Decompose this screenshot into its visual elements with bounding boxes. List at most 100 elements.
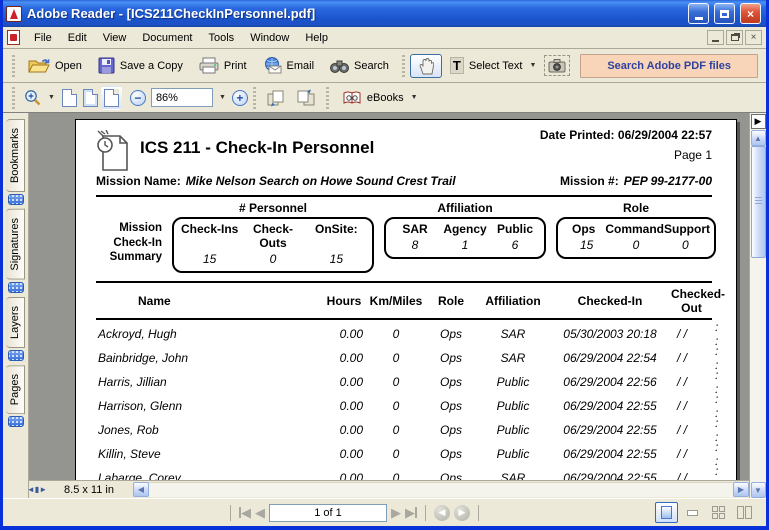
- document-scroll-area[interactable]: ICS 211 - Check-In Personnel Date Printe…: [29, 113, 749, 480]
- cell-role: Ops: [439, 375, 462, 389]
- email-button[interactable]: Email: [255, 54, 323, 77]
- zoom-in-button[interactable]: +: [231, 89, 248, 106]
- cell-checked-in: 06/29/2004 22:55: [563, 447, 657, 461]
- search-button[interactable]: Search: [322, 55, 397, 77]
- adobe-reader-window: Adobe Reader - [ICS211CheckInPersonnel.p…: [0, 0, 769, 530]
- select-text-button[interactable]: T Select Text ▼: [442, 54, 545, 77]
- menu-item[interactable]: File: [26, 29, 60, 47]
- document-close-button[interactable]: ×: [745, 30, 762, 45]
- previous-view-button[interactable]: [261, 86, 291, 110]
- cell-name: Bainbridge, John: [98, 351, 189, 365]
- cell-name: Harrison, Glenn: [98, 399, 183, 413]
- cell-role: Ops: [439, 447, 462, 461]
- toolbar-grip[interactable]: [401, 54, 405, 77]
- sidebar-tab[interactable]: Pages: [5, 364, 27, 427]
- previous-page-button[interactable]: ◀: [255, 506, 265, 519]
- tab-grip-icon[interactable]: [7, 281, 24, 293]
- go-forward-button[interactable]: ▶: [454, 504, 470, 521]
- menu-item[interactable]: Document: [134, 29, 200, 47]
- horizontal-scrollbar-track[interactable]: [149, 482, 733, 497]
- menu-item[interactable]: Edit: [60, 29, 95, 47]
- column-header: Name: [138, 294, 171, 308]
- continuous-button[interactable]: [681, 502, 704, 523]
- print-button[interactable]: Print: [191, 54, 255, 77]
- next-page-button[interactable]: ▶: [391, 506, 401, 519]
- toolbar-grip[interactable]: [325, 86, 329, 109]
- window-title: Adobe Reader - [ICS211CheckInPersonnel.p…: [27, 6, 316, 21]
- page-indicator[interactable]: 1 of 1: [269, 503, 387, 522]
- scroll-left-button[interactable]: ◀: [133, 482, 149, 497]
- sidebar-tab[interactable]: Bookmarks: [5, 119, 27, 206]
- continuous-facing-button[interactable]: [707, 502, 730, 523]
- cell-checked-out-date: / /: [677, 423, 688, 437]
- tab-grip-icon[interactable]: [7, 415, 24, 427]
- summary-value: 15: [579, 238, 594, 252]
- zoom-tool-button[interactable]: ▼: [20, 86, 59, 109]
- next-view-button[interactable]: [291, 86, 321, 110]
- scrollbar-thumb[interactable]: [750, 146, 766, 258]
- menu-items: File Edit View Document Tools Window Help: [26, 29, 336, 47]
- last-page-button[interactable]: ▶: [405, 506, 417, 519]
- fit-page-button[interactable]: [80, 86, 101, 110]
- table-row: Harris, Jillian 0.00 0 Ops Public 06/29/…: [96, 368, 718, 396]
- close-button[interactable]: ×: [740, 3, 761, 24]
- maximize-button[interactable]: [714, 3, 735, 24]
- cell-km-miles: 0: [392, 447, 400, 461]
- menu-item[interactable]: Tools: [201, 29, 243, 47]
- expand-pane-button[interactable]: ▶: [750, 114, 766, 129]
- document-restore-button[interactable]: [726, 30, 743, 45]
- tab-grip-icon[interactable]: [7, 194, 24, 206]
- snapshot-tool-button[interactable]: [544, 55, 571, 76]
- minimize-button[interactable]: [688, 3, 709, 24]
- menu-item[interactable]: Help: [297, 29, 336, 47]
- first-page-button[interactable]: ◀: [239, 506, 251, 519]
- sidebar-tab[interactable]: Layers: [5, 296, 27, 361]
- cell-checked-in: 06/29/2004 22:56: [563, 375, 657, 389]
- actual-size-button[interactable]: [59, 86, 80, 110]
- summary-box: # Personnel Check-Ins Check-Outs OnSite:: [172, 201, 374, 273]
- toolbar-grip[interactable]: [252, 86, 256, 109]
- facing-button[interactable]: [733, 502, 756, 523]
- summary-column-label: Command: [605, 222, 664, 236]
- save-a-copy-button[interactable]: Save a Copy: [90, 54, 191, 77]
- menu-item[interactable]: Window: [242, 29, 297, 47]
- zoom-out-button[interactable]: −: [129, 89, 146, 106]
- mission-name-label: Mission Name:: [96, 174, 181, 188]
- toolbar-grip[interactable]: [12, 54, 15, 77]
- summary-box: Role Ops Command Support 15 0 0: [556, 201, 716, 273]
- search-label: Search: [354, 59, 389, 72]
- table-row: Killin, Steve 0.00 0 Ops Public 06/29/20…: [96, 440, 718, 468]
- cell-checked-out-date: / /: [677, 399, 688, 413]
- fit-width-button[interactable]: [100, 85, 122, 110]
- close-icon: ×: [746, 6, 754, 21]
- statusbar: ◀ ◀ 1 of 1 ▶ ▶ ◀ ▶: [3, 498, 766, 526]
- pdf-document-icon[interactable]: [7, 30, 20, 45]
- mission-name-value: Mike Nelson Search on Howe Sound Crest T…: [185, 174, 456, 188]
- zoom-level-input[interactable]: [150, 88, 213, 107]
- scroll-down-button[interactable]: ▼: [750, 482, 766, 498]
- open-button[interactable]: Open: [20, 54, 90, 77]
- search-adobe-pdf-button[interactable]: Search Adobe PDF files: [580, 53, 758, 78]
- single-page-button[interactable]: [655, 502, 678, 523]
- ebooks-button[interactable]: eBooks ▼: [334, 87, 426, 109]
- sidebar-tab[interactable]: Signatures: [5, 209, 27, 293]
- scroll-right-button[interactable]: ▶: [733, 482, 749, 497]
- zoom-dropdown-chevron-icon[interactable]: ▼: [219, 94, 226, 101]
- email-label: Email: [286, 59, 315, 72]
- folder-open-icon: [28, 58, 50, 73]
- cell-hours: 0.00: [339, 375, 363, 389]
- cell-role: Ops: [439, 399, 462, 413]
- tab-grip-icon[interactable]: [7, 349, 24, 361]
- toolbar-grip[interactable]: [12, 86, 15, 109]
- document-minimize-button[interactable]: [707, 30, 724, 45]
- go-back-button[interactable]: ◀: [434, 504, 450, 521]
- hand-tool-button[interactable]: [409, 53, 442, 78]
- summary-value: 0: [269, 252, 277, 266]
- single-page-icon: [661, 506, 672, 519]
- pane-splitter-handle[interactable]: ◄▮►: [27, 485, 47, 494]
- menu-item[interactable]: View: [95, 29, 135, 47]
- column-header: Checked-Out: [671, 287, 726, 315]
- scroll-up-button[interactable]: ▲: [750, 130, 766, 146]
- cell-name: Killin, Steve: [98, 447, 161, 461]
- separator: [425, 504, 426, 521]
